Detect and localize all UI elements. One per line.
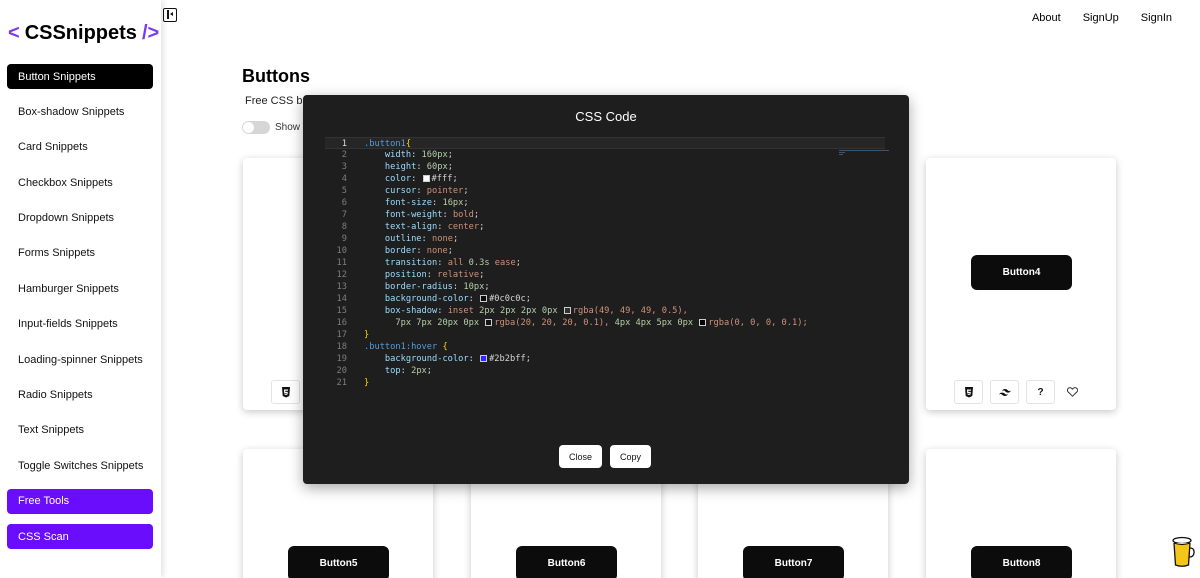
code-line: 21} [336, 378, 370, 388]
sidebar-item-box-shadow-snippets[interactable]: Box-shadow Snippets [7, 99, 153, 124]
brand-close-bracket: /> [141, 22, 160, 44]
sidebar-item-toggle-switches-snippets[interactable]: Toggle Switches Snippets [7, 453, 153, 478]
color-swatch[interactable] [485, 319, 493, 326]
sidebar-item-button-snippets[interactable]: Button Snippets [7, 64, 153, 89]
copy-button[interactable]: Copy [610, 445, 652, 468]
sidebar-item-radio-snippets[interactable]: Radio Snippets [7, 383, 153, 408]
close-button[interactable]: Close [559, 445, 603, 468]
sidebar-item-free-tools[interactable]: Free Tools [7, 488, 153, 514]
code-line: 17} [336, 330, 370, 340]
color-swatch[interactable] [480, 295, 488, 302]
sidebar: < CSSnippets /> Button Snippets Box-shad… [0, 0, 161, 578]
sidebar-item-text-snippets[interactable]: Text Snippets [7, 418, 153, 443]
sidebar-item-hamburger-snippets[interactable]: Hamburger Snippets [7, 276, 153, 301]
code-line: 18 .button1:hover { [336, 342, 448, 352]
code-line: 5 cursor: pointer; [341, 186, 469, 196]
code-line: 14 background-color: #0c0c0c; [336, 294, 531, 304]
sidebar-item-input-fields-snippets[interactable]: Input-fields Snippets [7, 312, 153, 337]
code-line: 8 text-align: center; [341, 222, 485, 232]
code-line: 13 border-radius: 10px; [336, 282, 490, 292]
brand-name: CSSnippets [24, 22, 137, 44]
sidebar-item-checkbox-snippets[interactable]: Checkbox Snippets [7, 170, 153, 195]
code-line: 12 position: relative; [336, 270, 485, 280]
brand-open-bracket: < [8, 22, 20, 44]
modal-title: CSS Code [575, 109, 637, 124]
code-line: 3 height: 60px; [341, 162, 453, 172]
code-line: 1 .button1{ [325, 137, 885, 149]
code-line: 10 border: none; [336, 246, 453, 256]
code-line: 9 outline: none; [341, 234, 459, 244]
code-line: 6 font-size: 16px; [341, 198, 469, 208]
sidebar-item-css-scan[interactable]: CSS Scan [7, 524, 153, 550]
sidebar-item-dropdown-snippets[interactable]: Dropdown Snippets [7, 206, 153, 231]
sidebar-item-loading-spinner-snippets[interactable]: Loading-spinner Snippets [7, 347, 153, 372]
code-line: 15 box-shadow: inset 2px 2px 2px 0px rgb… [336, 306, 688, 316]
sidebar-menu: Button Snippets Box-shadow Snippets Card… [7, 64, 153, 559]
code-line: 7 font-weight: bold; [341, 210, 480, 220]
code-line: 19 background-color: #2b2bff; [336, 354, 531, 364]
color-swatch[interactable] [422, 175, 430, 182]
sidebar-item-card-snippets[interactable]: Card Snippets [7, 135, 153, 160]
css-code-modal: CSS Code 1 .button1{ 2 width: 160px; 3 he… [303, 95, 909, 484]
color-swatch[interactable] [480, 355, 488, 362]
code-line: 20 top: 2px; [336, 366, 433, 376]
code-line: 11 transition: all 0.3s ease; [336, 258, 521, 268]
code-line: 4 color: #fff; [341, 174, 458, 184]
code-editor[interactable]: 1 .button1{ 2 width: 160px; 3 height: 60p… [325, 137, 885, 397]
modal-actions: Close Copy [559, 445, 652, 468]
color-swatch[interactable] [699, 319, 707, 326]
code-line: 2 width: 160px; [341, 150, 453, 160]
brand-logo[interactable]: < CSSnippets /> [8, 22, 159, 45]
code-line: 16 7px 7px 20px 0px rgba(20, 20, 20, 0.1… [336, 318, 808, 328]
sidebar-item-forms-snippets[interactable]: Forms Snippets [7, 241, 153, 266]
color-swatch[interactable] [563, 307, 571, 314]
